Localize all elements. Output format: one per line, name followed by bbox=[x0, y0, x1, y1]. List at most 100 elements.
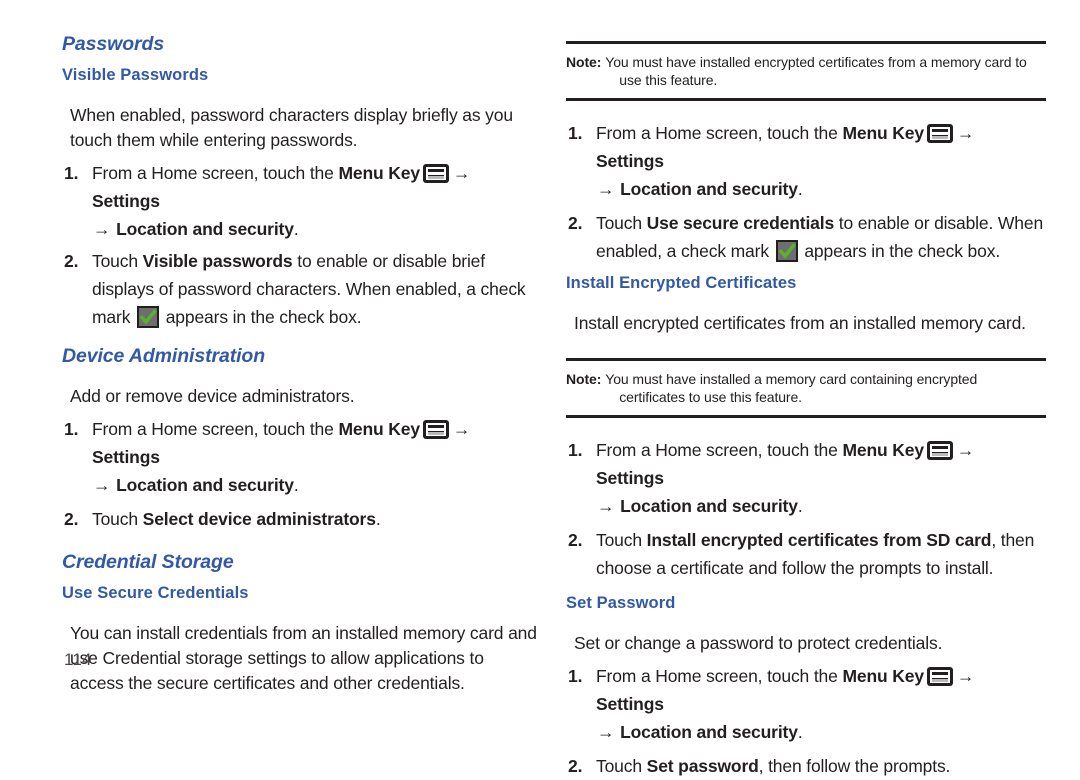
step-period: . bbox=[293, 474, 299, 495]
step-text: Touch Select device administrators. bbox=[92, 505, 542, 533]
step-text: Touch Use secure credentials to enable o… bbox=[596, 209, 1046, 265]
step-text: From a Home screen, touch the Menu Key → … bbox=[92, 415, 542, 499]
arrow-icon: → bbox=[597, 179, 615, 199]
step-use-secure-credentials-1: 1. From a Home screen, touch the Menu Ke… bbox=[566, 119, 1046, 203]
step-text-lead: Touch bbox=[596, 755, 647, 776]
set-password-intro: Set or change a password to protect cred… bbox=[574, 632, 943, 653]
note-label: Note: bbox=[566, 54, 602, 70]
step-text-lead: Touch bbox=[92, 508, 143, 529]
install-certificates-intro: Install encrypted certificates from an i… bbox=[574, 312, 1026, 333]
visible-passwords-setting-label: Visible passwords bbox=[142, 251, 293, 272]
step-text: Touch Install encrypted certificates fro… bbox=[596, 526, 1046, 582]
step-install-certificates-1: 1. From a Home screen, touch the Menu Ke… bbox=[566, 436, 1046, 520]
arrow-icon: → bbox=[452, 163, 471, 184]
location-and-security-label: Location and security bbox=[116, 474, 294, 495]
menu-key-icon bbox=[926, 666, 953, 686]
right-column: Note: You must have installed encrypted … bbox=[566, 0, 1046, 780]
heading-device-administration: Device Administration bbox=[62, 345, 266, 368]
subheading-visible-passwords: Visible Passwords bbox=[62, 66, 209, 85]
step-number: 2. bbox=[568, 755, 583, 776]
settings-label: Settings bbox=[596, 693, 664, 714]
left-column: Passwords Visible Passwords When enabled… bbox=[62, 0, 542, 696]
menu-key-label: Menu Key bbox=[842, 123, 924, 143]
set-password-setting-label: Set password bbox=[646, 755, 759, 776]
step-text-lead: Touch bbox=[92, 251, 143, 272]
location-and-security-label: Location and security bbox=[116, 219, 294, 240]
subheading-use-secure-credentials: Use Secure Credentials bbox=[62, 584, 249, 603]
heading-credential-storage: Credential Storage bbox=[62, 550, 234, 573]
step-number: 1. bbox=[568, 123, 583, 143]
select-device-administrators-label: Select device administrators bbox=[142, 508, 376, 529]
menu-key-icon bbox=[926, 440, 953, 460]
step-text-tail: appears in the check box. bbox=[161, 307, 362, 328]
step-set-password-2: 2. Touch Set password, then follow the p… bbox=[566, 752, 1046, 780]
step-text-tail: , then follow the prompts. bbox=[758, 755, 951, 776]
arrow-icon: → bbox=[597, 495, 615, 516]
location-and-security-label: Location and security bbox=[620, 721, 798, 742]
step-period: . bbox=[797, 721, 803, 742]
arrow-icon: → bbox=[956, 665, 975, 686]
arrow-icon: → bbox=[93, 474, 111, 495]
step-visible-passwords-1: 1. From a Home screen, touch the Menu Ke… bbox=[62, 159, 542, 243]
heading-passwords: Passwords bbox=[62, 33, 165, 55]
step-text: From a Home screen, touch the Menu Key → … bbox=[596, 662, 1046, 746]
step-number: 1. bbox=[568, 439, 583, 460]
menu-key-icon bbox=[422, 419, 449, 439]
step-period: . bbox=[375, 508, 381, 529]
settings-label: Settings bbox=[596, 151, 664, 171]
use-secure-credentials-intro: You can install credentials from an inst… bbox=[70, 623, 537, 694]
step-number: 2. bbox=[64, 508, 79, 529]
step-number: 2. bbox=[568, 213, 583, 233]
note-line-1: You must have installed encrypted certif… bbox=[605, 54, 1027, 70]
step-period: . bbox=[797, 179, 803, 199]
visible-passwords-intro: When enabled, password characters displa… bbox=[70, 105, 513, 151]
step-number: 1. bbox=[568, 665, 583, 686]
device-administration-intro: Add or remove device administrators. bbox=[70, 385, 355, 406]
step-use-secure-credentials-2: 2. Touch Use secure credentials to enabl… bbox=[566, 209, 1046, 265]
step-period: . bbox=[293, 219, 299, 240]
step-text: From a Home screen, touch the Menu Key → … bbox=[92, 159, 542, 243]
note-block-memory-card: Note: You must have installed a memory c… bbox=[566, 357, 1046, 418]
step-number: 2. bbox=[568, 529, 583, 550]
step-text-lead: From a Home screen, touch the bbox=[596, 665, 843, 686]
step-device-admin-2: 2. Touch Select device administrators. bbox=[62, 505, 542, 533]
note-block-encrypted-certificates: Note: You must have installed encrypted … bbox=[566, 41, 1046, 101]
step-text: From a Home screen, touch the Menu Key → … bbox=[596, 436, 1046, 520]
note-line-2: certificates to use this feature. bbox=[619, 388, 802, 405]
step-text: Touch Set password, then follow the prom… bbox=[596, 752, 1046, 780]
step-text-lead: From a Home screen, touch the bbox=[596, 123, 843, 143]
step-install-certificates-2: 2. Touch Install encrypted certificates … bbox=[566, 526, 1046, 582]
manual-page: Passwords Visible Passwords When enabled… bbox=[0, 0, 1080, 776]
use-secure-credentials-setting-label: Use secure credentials bbox=[646, 213, 835, 233]
subheading-install-encrypted-certificates: Install Encrypted Certificates bbox=[566, 274, 797, 292]
arrow-icon: → bbox=[597, 721, 615, 742]
settings-label: Settings bbox=[92, 446, 160, 467]
subheading-set-password: Set Password bbox=[566, 593, 676, 612]
step-text-lead: From a Home screen, touch the bbox=[92, 418, 339, 439]
note-text: You must have installed encrypted certif… bbox=[605, 53, 1046, 89]
arrow-icon: → bbox=[93, 219, 111, 240]
step-set-password-1: 1. From a Home screen, touch the Menu Ke… bbox=[566, 662, 1046, 746]
menu-key-label: Menu Key bbox=[338, 418, 420, 439]
settings-label: Settings bbox=[92, 191, 160, 212]
menu-key-label: Menu Key bbox=[338, 163, 420, 184]
arrow-icon: → bbox=[956, 123, 975, 143]
location-and-security-label: Location and security bbox=[620, 495, 798, 516]
arrow-icon: → bbox=[956, 439, 975, 460]
install-encrypted-certificates-label: Install encrypted certificates from SD c… bbox=[646, 529, 992, 550]
menu-key-label: Menu Key bbox=[842, 665, 924, 686]
step-text: Touch Visible passwords to enable or dis… bbox=[92, 247, 542, 331]
note-line-1: You must have installed a memory card co… bbox=[605, 370, 978, 387]
arrow-icon: → bbox=[452, 418, 471, 439]
step-number: 1. bbox=[64, 418, 79, 439]
note-text: You must have installed a memory card co… bbox=[605, 370, 1046, 406]
step-device-admin-1: 1. From a Home screen, touch the Menu Ke… bbox=[62, 415, 542, 499]
menu-key-label: Menu Key bbox=[842, 439, 924, 460]
page-number: 114 bbox=[64, 650, 92, 669]
step-number: 2. bbox=[64, 251, 79, 272]
note-line-2: use this feature. bbox=[619, 72, 718, 88]
step-text-lead: Touch bbox=[596, 213, 647, 233]
settings-label: Settings bbox=[596, 467, 664, 488]
note-label: Note: bbox=[566, 370, 602, 387]
step-number: 1. bbox=[64, 163, 79, 184]
